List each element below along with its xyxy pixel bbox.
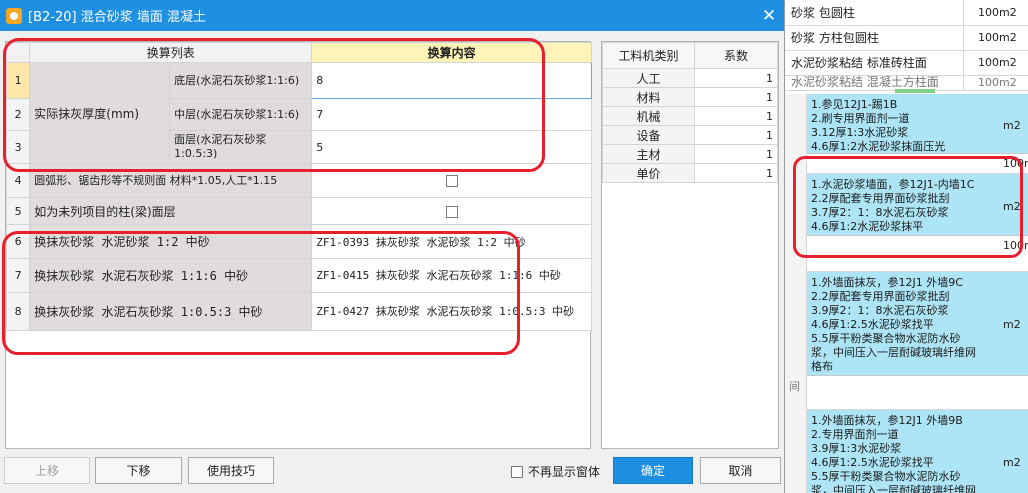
coef-row[interactable]: 主材 1	[602, 144, 778, 164]
bg-row-unit: 100m2	[963, 50, 1028, 75]
row-number: 7	[5, 258, 31, 293]
background-worksheet: 砂浆 包圆柱 100m2 砂浆 方柱包圆柱 100m2 水泥砂浆粘结 标准砖柱面…	[785, 0, 1028, 493]
option-checkbox[interactable]	[445, 175, 458, 187]
bg-row-unit: 100m2	[963, 0, 1028, 25]
coefficient-table: 工料机类别 系数 人工 1 材料 1 机械 1 设备 1 主材 1 单价 1	[601, 41, 779, 449]
table-row[interactable]: 5 如为未列项目的柱(梁)面层	[5, 197, 592, 225]
dialog-title: [B2-20] 混合砂浆 墙面 混凝土	[28, 10, 206, 25]
bg-row[interactable]: 砂浆 包圆柱 100m2	[785, 0, 1028, 26]
usage-tips-button[interactable]: 使用技巧	[188, 457, 274, 484]
material-replace-cell[interactable]: ZF1-0427 抹灰砂浆 水泥石灰砂浆 1:0.5:3 中砂	[311, 292, 592, 331]
bg-block-unit: m2	[1003, 119, 1021, 132]
row-label: 面层(水泥石灰砂浆1:0.5:3)	[169, 130, 313, 164]
coef-category: 机械	[602, 106, 695, 126]
table-row[interactable]: 1 实际抹灰厚度(mm) 底层(水泥石灰砂浆1:1:6) 8	[5, 62, 592, 164]
bg-block-text: 1.外墙面抹灰，参12J1 外墙9B 2.专用界面剂一道 3.9厚1:3水泥砂浆…	[811, 414, 976, 493]
column-header-category: 工料机类别	[602, 42, 695, 69]
option-checkbox-cell	[311, 163, 592, 198]
close-icon[interactable]: ✕	[754, 6, 784, 26]
option-checkbox-cell	[311, 197, 592, 225]
coef-category: 主材	[602, 144, 695, 164]
coef-value[interactable]: 1	[694, 163, 778, 183]
value-input[interactable]: 7	[311, 98, 592, 131]
table-row[interactable]: 4 圆弧形、锯齿形等不规则面 材料*1.05,人工*1.15	[5, 163, 592, 198]
row-label: 换抹灰砂浆 水泥石灰砂浆 1:0.5:3 中砂	[29, 292, 313, 331]
coef-category: 材料	[602, 87, 695, 107]
row-label: 如为未列项目的柱(梁)面层	[29, 197, 313, 225]
bg-description-block[interactable]: 1.参见12J1-踢1B 2.刷专用界面剂一道 3.12厚1:3水泥砂浆 4.6…	[807, 94, 1028, 154]
coef-value[interactable]: 1	[694, 125, 778, 145]
no-show-label: 不再显示窗体	[528, 465, 601, 479]
move-up-button[interactable]: 上移	[4, 457, 90, 484]
no-show-checkbox[interactable]	[511, 465, 523, 478]
title-bar[interactable]: [B2-20] 混合砂浆 墙面 混凝土 ✕	[0, 0, 784, 31]
row-label: 中层(水泥石灰砂浆1:1:6)	[169, 98, 313, 131]
row-number: 8	[5, 292, 31, 331]
coef-category: 人工	[602, 68, 695, 88]
material-replace-cell[interactable]: ZF1-0393 抹灰砂浆 水泥砂浆 1:2 中砂	[311, 224, 592, 259]
row-label: 换抹灰砂浆 水泥砂浆 1:2 中砂	[29, 224, 313, 259]
coef-value[interactable]: 1	[694, 68, 778, 88]
table-row[interactable]: 7 换抹灰砂浆 水泥石灰砂浆 1:1:6 中砂 ZF1-0415 抹灰砂浆 水泥…	[5, 258, 592, 293]
bg-row-text: 水泥砂浆粘结 混凝土方柱面	[791, 75, 939, 89]
coef-row[interactable]: 设备 1	[602, 125, 778, 145]
bg-row-text: 砂浆 包圆柱	[791, 6, 855, 20]
bg-row[interactable]: 水泥砂浆粘结 标准砖柱面 100m2	[785, 50, 1028, 76]
ok-button[interactable]: 确定	[613, 457, 693, 484]
row-label: 底层(水泥石灰砂浆1:1:6)	[169, 62, 313, 99]
move-down-button[interactable]: 下移	[95, 457, 182, 484]
column-header-coefficient: 系数	[694, 42, 778, 69]
row-number: 6	[5, 224, 31, 259]
bg-row-unit: 100m2	[963, 25, 1028, 50]
row-label: 圆弧形、锯齿形等不规则面 材料*1.05,人工*1.15	[29, 163, 313, 198]
coef-category: 设备	[602, 125, 695, 145]
row-number: 4	[5, 163, 31, 198]
coef-row[interactable]: 机械 1	[602, 106, 778, 126]
row-number: 5	[5, 197, 31, 225]
scroll-indicator	[895, 89, 935, 93]
cancel-button[interactable]: 取消	[700, 457, 781, 484]
annotation-circle	[793, 156, 1023, 258]
bg-row[interactable]: 砂浆 方柱包圆柱 100m2	[785, 25, 1028, 51]
bg-block-text: 1.参见12J1-踢1B 2.刷专用界面剂一道 3.12厚1:3水泥砂浆 4.6…	[811, 98, 946, 153]
coef-row[interactable]: 人工 1	[602, 68, 778, 88]
material-replace-cell[interactable]: ZF1-0415 抹灰砂浆 水泥石灰砂浆 1:1:6 中砂	[311, 258, 592, 293]
bg-row-unit: 100m2	[963, 75, 1028, 90]
bg-description-block[interactable]: 1.外墙面抹灰，参12J1 外墙9B 2.专用界面剂一道 3.9厚1:3水泥砂浆…	[807, 410, 1028, 493]
table-row[interactable]: 8 换抹灰砂浆 水泥石灰砂浆 1:0.5:3 中砂 ZF1-0427 抹灰砂浆 …	[5, 292, 592, 331]
coef-row[interactable]: 材料 1	[602, 87, 778, 107]
option-checkbox[interactable]	[445, 205, 458, 218]
coef-value[interactable]: 1	[694, 144, 778, 164]
bg-gap-row: 间	[789, 376, 1028, 410]
bg-row-header-column	[785, 94, 807, 493]
coef-value[interactable]: 1	[694, 106, 778, 126]
bg-cut-text: 间	[789, 380, 800, 393]
row-number: 2	[5, 98, 31, 131]
column-header-list: 换算列表	[29, 42, 313, 63]
coef-row[interactable]: 单价 1	[602, 163, 778, 183]
no-show-option[interactable]: 不再显示窗体	[511, 463, 600, 480]
coef-value[interactable]: 1	[694, 87, 778, 107]
bg-row-text: 砂浆 方柱包圆柱	[791, 31, 879, 45]
row-label: 换抹灰砂浆 水泥石灰砂浆 1:1:6 中砂	[29, 258, 313, 293]
table-row[interactable]: 6 换抹灰砂浆 水泥砂浆 1:2 中砂 ZF1-0393 抹灰砂浆 水泥砂浆 1…	[5, 224, 592, 259]
value-input[interactable]: 5	[311, 130, 592, 164]
row-number: 1	[5, 62, 31, 99]
group-label: 实际抹灰厚度(mm)	[29, 62, 171, 164]
conversion-dialog: [B2-20] 混合砂浆 墙面 混凝土 ✕ 换算列表 换算内容 1 实际抹灰厚度…	[0, 0, 785, 493]
bg-description-block[interactable]: 1.外墙面抹灰，参12J1 外墙9C 2.2厚配套专用界面砂浆批刮 3.9厚2：…	[807, 272, 1028, 376]
app-icon	[6, 7, 22, 24]
row-number-header	[5, 42, 31, 63]
conversion-table: 换算列表 换算内容 1 实际抹灰厚度(mm) 底层(水泥石灰砂浆1:1:6) 8…	[5, 41, 592, 449]
bg-row-text: 水泥砂浆粘结 标准砖柱面	[791, 56, 927, 70]
column-header-content: 换算内容	[311, 42, 592, 63]
bg-block-text: 1.外墙面抹灰，参12J1 外墙9C 2.2厚配套专用界面砂浆批刮 3.9厚2：…	[811, 276, 976, 373]
bg-block-unit: m2	[1003, 318, 1021, 331]
coef-category: 单价	[602, 163, 695, 183]
value-input[interactable]: 8	[311, 62, 592, 99]
row-number: 3	[5, 130, 31, 164]
bg-block-unit: m2	[1003, 456, 1021, 469]
